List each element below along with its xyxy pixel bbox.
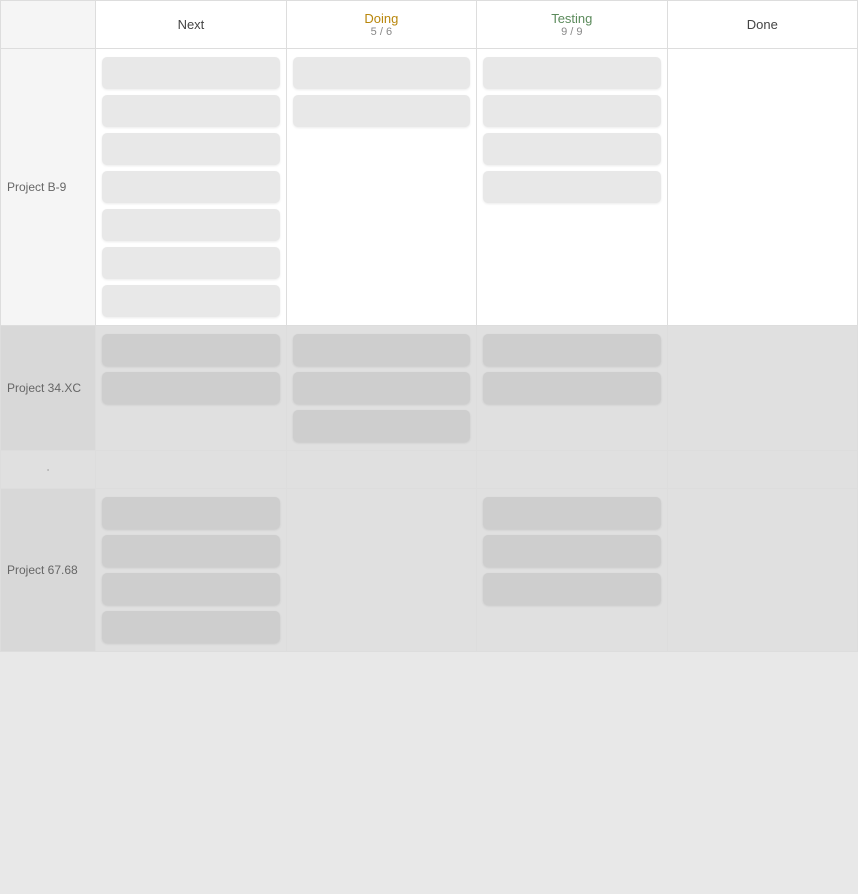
column-headers: Next Doing 5 / 6 Testing 9 / 9 Done [1,1,858,49]
kanban-card[interactable] [483,57,660,89]
card-list [102,334,279,404]
col-testing-count: 9 / 9 [485,26,658,38]
kanban-card[interactable] [102,372,279,404]
card-list [102,497,279,643]
kanban-card[interactable] [102,247,279,279]
done-cell [667,49,857,326]
col-testing-header: Testing 9 / 9 [477,1,667,49]
project-label: Project B-9 [1,49,96,326]
kanban-card[interactable] [102,573,279,605]
card-list [102,57,279,317]
col-testing-title: Testing [551,11,592,26]
kanban-card[interactable] [102,611,279,643]
kanban-card[interactable] [293,410,470,442]
doing-cell [286,49,476,326]
project-label: Project 67.68 [1,489,96,652]
next-cell [96,49,286,326]
col-next-header: Next [96,1,286,49]
done-cell [667,326,857,451]
kanban-board: Next Doing 5 / 6 Testing 9 / 9 Done Proj… [0,0,858,652]
kanban-card[interactable] [483,171,660,203]
project-dot-divider: · [1,451,858,489]
project-row: Project 34.XC [1,326,858,451]
next-cell [96,489,286,652]
card-list [483,334,660,404]
doing-cell [286,326,476,451]
kanban-card[interactable] [102,497,279,529]
card-list [483,57,660,203]
testing-cell [477,326,667,451]
kanban-card[interactable] [293,95,470,127]
col-next-title: Next [178,17,205,32]
kanban-card[interactable] [483,133,660,165]
testing-cell [477,489,667,652]
card-list [293,334,470,442]
kanban-card[interactable] [102,57,279,89]
kanban-card[interactable] [102,95,279,127]
kanban-card[interactable] [483,95,660,127]
project-row: Project 67.68 [1,489,858,652]
card-list [293,57,470,127]
doing-cell [286,489,476,652]
col-done-header: Done [667,1,857,49]
testing-cell [477,49,667,326]
kanban-card[interactable] [293,57,470,89]
kanban-card[interactable] [483,535,660,567]
kanban-card[interactable] [483,334,660,366]
kanban-card[interactable] [102,334,279,366]
kanban-card[interactable] [102,285,279,317]
kanban-card[interactable] [483,372,660,404]
kanban-card[interactable] [483,497,660,529]
card-list [483,497,660,605]
done-cell [667,489,857,652]
project-label: Project 34.XC [1,326,96,451]
kanban-card[interactable] [483,573,660,605]
kanban-card[interactable] [102,535,279,567]
kanban-card[interactable] [293,334,470,366]
kanban-card[interactable] [102,209,279,241]
col-doing-header: Doing 5 / 6 [286,1,476,49]
next-cell [96,326,286,451]
col-label-header [1,1,96,49]
col-doing-title: Doing [364,11,398,26]
kanban-card[interactable] [102,133,279,165]
col-doing-count: 5 / 6 [295,26,468,38]
kanban-card[interactable] [102,171,279,203]
kanban-card[interactable] [293,372,470,404]
col-done-title: Done [747,17,778,32]
project-row: Project B-9 [1,49,858,326]
